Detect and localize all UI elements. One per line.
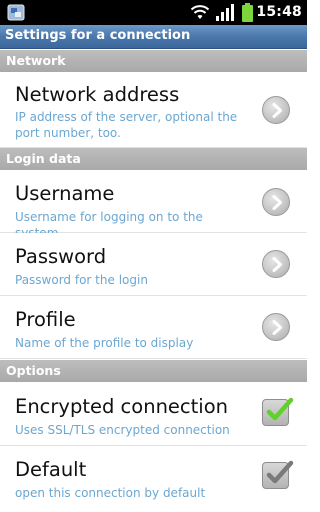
category-options: Options [0,360,307,382]
status-time: 15:48 [256,4,302,20]
pref-title: Default [15,458,87,481]
category-login-data: Login data [0,148,307,170]
screen-title: Settings for a connection [5,28,191,43]
wifi-icon [190,5,210,19]
pref-default[interactable]: Default open this connection by default [0,446,307,512]
pref-title: Username [15,182,115,205]
chevron-right-icon [262,250,290,278]
pref-username[interactable]: Username Username for logging on to the … [0,170,307,240]
encrypted-connection-checkbox[interactable] [262,397,294,426]
check-icon [266,397,294,421]
pref-network-address[interactable]: Network address IP address of the server… [0,72,307,148]
pref-summary: IP address of the server, optional the p… [15,110,238,140]
battery-icon [242,3,253,22]
pref-title: Profile [15,308,76,331]
pref-title: Password [15,245,107,268]
title-bar: Settings for a connection [0,25,307,49]
pref-password[interactable]: Password Password for the login [0,233,307,296]
pref-summary: open this connection by default [15,486,206,500]
pref-profile[interactable]: Profile Name of the profile to display [0,296,307,359]
pref-title: Encrypted connection [15,395,228,418]
pref-encrypted-connection[interactable]: Encrypted connection Uses SSL/TLS encryp… [0,382,307,446]
app-notification-icon [7,4,25,21]
signal-strength-icon [216,4,234,21]
status-bar: 15:48 [0,0,307,25]
pref-summary: Uses SSL/TLS encrypted connection [15,423,230,437]
chevron-right-icon [262,188,290,216]
chevron-right-icon [262,96,290,124]
pref-summary: Name of the profile to display [15,336,194,350]
chevron-right-icon [262,313,290,341]
check-icon [266,460,294,484]
default-checkbox[interactable] [262,460,294,489]
pref-title: Network address [15,83,180,106]
category-network: Network [0,50,307,72]
pref-summary: Password for the login [15,273,148,287]
